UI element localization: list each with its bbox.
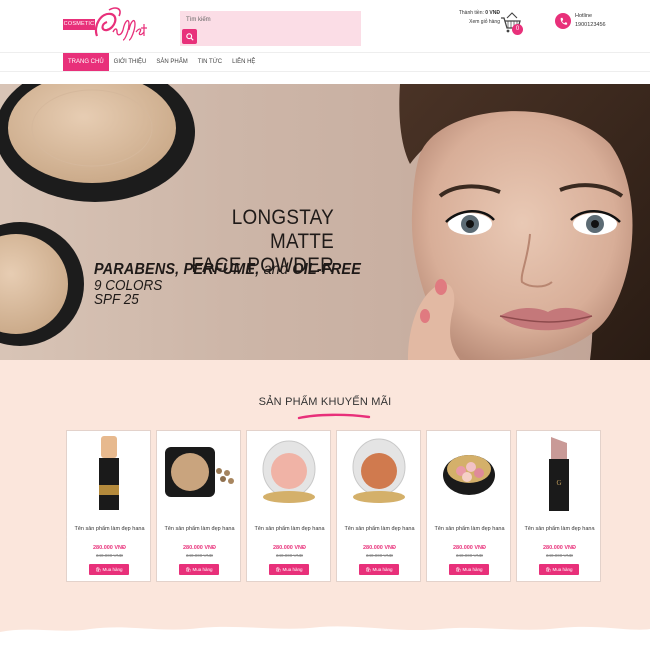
shopping-bag-icon: 🛍 <box>95 567 102 572</box>
buy-button[interactable]: 🛍 Mua hàng <box>179 564 219 575</box>
product-card[interactable]: Tên sản phẩm làm đẹp hana 280.000 VNĐ 34… <box>66 430 151 582</box>
product-image <box>443 455 495 495</box>
product-old-price: 340.000 VNĐ <box>455 553 484 558</box>
promo-title: SẢN PHẨM KHUYẾN MÃI <box>258 396 392 408</box>
product-carousel: Tên sản phẩm làm đẹp hana 280.000 VNĐ 34… <box>66 430 602 582</box>
product-price: 280.000 VNĐ <box>272 545 307 551</box>
buy-button-label: Mua hàng <box>372 567 393 572</box>
product-image <box>165 447 234 497</box>
site-header: COSMETIC Tìm kiếm Thành tiền: 0 VNĐ Xem … <box>0 0 650 52</box>
chevron-right-icon[interactable] <box>590 528 600 546</box>
product-name[interactable]: Tên sản phẩm làm đẹp hana <box>249 523 330 535</box>
buy-button[interactable]: 🛍 Mua hàng <box>269 564 309 575</box>
cart-total-value: 0 VNĐ <box>485 10 500 16</box>
buy-button[interactable]: 🛍 Mua hàng <box>89 564 129 575</box>
cart-total-label: Thành tiền: <box>458 10 484 16</box>
product-name[interactable]: Tên sản phẩm làm đẹp hana <box>69 523 150 535</box>
cart-summary[interactable]: Thành tiền: 0 VNĐ Xem giỏ hàng <box>436 9 500 27</box>
banner-sub-and: and <box>263 261 289 278</box>
banner-subtitle: PARABENS, PERFUME, and OIL-FREE <box>94 261 361 278</box>
main-nav-bar: TRANG CHỦ GIỚI THIỆU SẢN PHẨM TIN TỨC LI… <box>0 52 650 72</box>
product-price: 280.000 VNĐ <box>362 545 397 551</box>
product-card[interactable]: Tên sản phẩm làm đẹp hana 280.000 VNĐ 34… <box>246 430 331 582</box>
search-input[interactable]: Tìm kiếm <box>186 17 211 23</box>
banner-title-line1: LONGSTAY MATTE <box>231 206 334 253</box>
buy-button-label: Mua hàng <box>282 567 303 572</box>
page: COSMETIC Tìm kiếm Thành tiền: 0 VNĐ Xem … <box>0 0 650 650</box>
buy-button-label: Mua hàng <box>552 567 573 572</box>
product-price: 280.000 VNĐ <box>92 545 127 551</box>
site-logo[interactable]: COSMETIC <box>63 6 148 44</box>
svg-text:G: G <box>556 479 561 487</box>
shopping-bag-icon: 🛍 <box>455 567 462 572</box>
hero-banner[interactable]: LONGSTAY MATTE FACE POWDER PARABENS, PER… <box>0 84 650 360</box>
nav-item-products[interactable]: SẢN PHẨM <box>151 53 192 71</box>
hotline-number[interactable]: 1900123456 <box>575 21 606 30</box>
product-old-price: 340.000 VNĐ <box>95 553 124 558</box>
torn-paper-decoration <box>0 626 650 650</box>
product-price: 280.000 VNĐ <box>182 545 217 551</box>
nav-item-about[interactable]: GIỚI THIỆU <box>109 53 152 71</box>
buy-button-label: Mua hàng <box>462 567 483 572</box>
product-card[interactable]: G Tên sản phẩm làm đẹp hana 280.000 VNĐ … <box>516 430 601 582</box>
main-nav: TRANG CHỦ GIỚI THIỆU SẢN PHẨM TIN TỨC LI… <box>63 53 260 71</box>
product-old-price: 340.000 VNĐ <box>275 553 304 558</box>
product-old-price: 340.000 VNĐ <box>545 553 574 558</box>
buy-button[interactable]: 🛍 Mua hàng <box>359 564 399 575</box>
hotline: Hotline 1900123456 <box>575 12 606 30</box>
buy-button[interactable]: 🛍 Mua hàng <box>539 564 579 575</box>
banner-sub-part1: PARABENS, PERFUME, <box>94 261 260 278</box>
nav-item-contact[interactable]: LIÊN HỆ <box>227 53 260 71</box>
product-card[interactable]: Tên sản phẩm làm đẹp hana 280.000 VNĐ 34… <box>336 430 421 582</box>
buy-button[interactable]: 🛍 Mua hàng <box>449 564 489 575</box>
product-image: G <box>549 437 569 511</box>
search-icon <box>185 32 194 41</box>
shopping-bag-icon: 🛍 <box>185 567 192 572</box>
phone-icon <box>555 13 571 29</box>
title-underline-decoration <box>297 413 371 420</box>
product-image <box>262 440 316 503</box>
banner-spf: SPF 25 <box>94 291 139 308</box>
banner-sub-part2: OIL-FREE <box>292 261 361 278</box>
shopping-bag-icon: 🛍 <box>545 567 552 572</box>
shopping-bag-icon: 🛍 <box>365 567 372 572</box>
search-button[interactable] <box>182 29 197 44</box>
product-card[interactable]: Tên sản phẩm làm đẹp hana 280.000 VNĐ 34… <box>156 430 241 582</box>
product-old-price: 340.000 VNĐ <box>365 553 394 558</box>
product-image <box>352 438 406 503</box>
product-name[interactable]: Tên sản phẩm làm đẹp hana <box>519 523 600 535</box>
chevron-left-icon[interactable] <box>66 528 76 546</box>
buy-button-label: Mua hàng <box>102 567 123 572</box>
search-box[interactable]: Tìm kiếm <box>180 11 361 46</box>
product-price: 280.000 VNĐ <box>452 545 487 551</box>
product-card[interactable]: Tên sản phẩm làm đẹp hana 280.000 VNĐ 34… <box>426 430 511 582</box>
nav-item-home[interactable]: TRANG CHỦ <box>63 53 109 71</box>
hotline-label: Hotline <box>575 13 593 19</box>
promo-section: SẢN PHẨM KHUYẾN MÃI Tên sản phẩm làm đẹp… <box>0 360 650 650</box>
logo-script-icon <box>94 7 147 41</box>
buy-button-label: Mua hàng <box>192 567 213 572</box>
nav-item-news[interactable]: TIN TỨC <box>193 53 227 71</box>
product-name[interactable]: Tên sản phẩm làm đẹp hana <box>429 523 510 535</box>
product-name[interactable]: Tên sản phẩm làm đẹp hana <box>159 523 240 535</box>
cart-view-link[interactable]: Xem giỏ hàng <box>436 18 500 27</box>
cart-count-badge: 0 <box>512 24 523 35</box>
shopping-bag-icon: 🛍 <box>275 567 282 572</box>
product-name[interactable]: Tên sản phẩm làm đẹp hana <box>339 523 420 535</box>
product-image <box>99 436 119 510</box>
product-old-price: 340.000 VNĐ <box>185 553 214 558</box>
